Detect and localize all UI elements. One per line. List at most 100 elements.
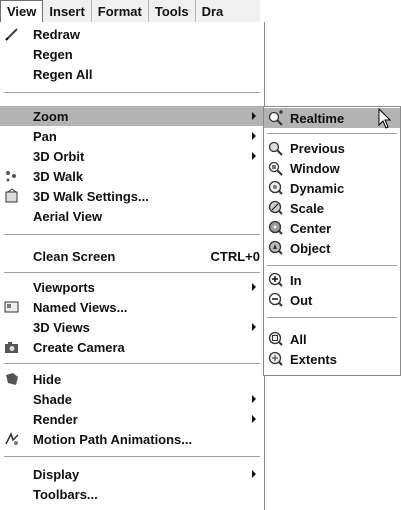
menu-item-redraw[interactable]: Redraw [0,24,264,44]
menu-item-clean-screen[interactable]: Clean Screen CTRL+0 [0,246,264,266]
submenu-item-in[interactable]: In [264,270,400,290]
menu-item-label: 3D Orbit [33,148,85,164]
submenu-item-object[interactable]: Object [264,238,400,258]
menu-item-aerial-view[interactable]: Aerial View [0,206,264,226]
menu-item-3d-orbit[interactable]: 3D Orbit [0,146,264,166]
menu-item-3d-walk-settings[interactable]: 3D Walk Settings... [0,186,264,206]
shortcut-text: CTRL+0 [210,248,260,264]
menu-item-regen-all[interactable]: Regen All [0,64,264,84]
menu-item-label: 3D Views [33,319,90,335]
zoom-realtime-icon [267,109,285,127]
submenu-arrow-icon [252,415,256,423]
menu-item-viewports[interactable]: Viewports [0,277,264,297]
submenu-arrow-icon [252,112,256,120]
menu-separator [4,456,260,457]
menu-bar: View Insert Format Tools Dra [0,0,260,23]
menu-item-label: Viewports [33,279,95,295]
named-views-icon [3,298,21,316]
zoom-previous-icon [267,139,285,157]
hide-icon [3,370,21,388]
submenu-item-label: Center [290,220,332,236]
menu-item-render[interactable]: Render [0,409,264,429]
menu-item-motion-path-animations[interactable]: Motion Path Animations... [0,429,264,449]
submenu-item-all[interactable]: All [264,329,400,349]
menu-separator [267,265,397,266]
walk-icon [3,167,21,185]
zoom-in-icon [267,271,285,289]
menu-item-label: Render [33,411,78,427]
submenu-item-label: Dynamic [290,180,345,196]
menu-separator [4,234,260,235]
menu-separator [4,272,260,273]
menubar-format[interactable]: Format [92,0,149,22]
menu-item-label: Create Camera [33,339,125,355]
menu-item-3d-walk[interactable]: 3D Walk [0,166,264,186]
menu-separator [267,317,397,318]
menu-item-label: Named Views... [33,299,128,315]
menu-item-label: 3D Walk [33,168,84,184]
menubar-draw[interactable]: Dra [196,0,230,22]
submenu-item-label: In [290,272,302,288]
menu-item-label: Hide [33,371,62,387]
submenu-item-scale[interactable]: Scale [264,198,400,218]
menu-item-label: 3D Walk Settings... [33,188,149,204]
mouse-cursor-icon [378,107,392,133]
camera-icon [3,338,21,356]
menu-item-label: Redraw [33,26,80,42]
menu-item-label: Display [33,466,80,482]
menu-item-label: Zoom [33,108,69,124]
zoom-scale-icon [267,199,285,217]
view-menu: Redraw Regen Regen All Zoom Pan 3D Orbit… [0,22,265,510]
submenu-arrow-icon [252,283,256,291]
menu-item-label: Regen [33,46,73,62]
menu-item-label: Aerial View [33,208,103,224]
submenu-arrow-icon [252,323,256,331]
menu-item-label: Motion Path Animations... [33,431,193,447]
submenu-item-label: Scale [290,200,324,216]
menu-item-label: Pan [33,128,57,144]
menubar-tools[interactable]: Tools [149,0,196,22]
menu-separator [4,92,260,93]
zoom-object-icon [267,239,285,257]
submenu-item-label: Object [290,240,331,256]
menubar-insert[interactable]: Insert [43,0,92,22]
submenu-item-extents[interactable]: Extents [264,349,400,369]
zoom-dynamic-icon [267,179,285,197]
menu-item-label: Regen All [33,66,93,82]
submenu-item-label: All [290,331,307,347]
submenu-item-label: Out [290,292,313,308]
zoom-window-icon [267,159,285,177]
menu-item-create-camera[interactable]: Create Camera [0,337,264,357]
menu-item-label: Toolbars... [33,486,98,502]
submenu-item-label: Extents [290,351,337,367]
zoom-all-icon [267,330,285,348]
menu-item-display[interactable]: Display [0,464,264,484]
submenu-arrow-icon [252,132,256,140]
submenu-item-out[interactable]: Out [264,290,400,310]
zoom-out-icon [267,291,285,309]
submenu-item-dynamic[interactable]: Dynamic [264,178,400,198]
menubar-view[interactable]: View [0,0,44,22]
menu-separator [267,133,397,134]
submenu-item-label: Realtime [290,110,345,126]
walk-settings-icon [3,187,21,205]
zoom-submenu: Realtime Previous Window Dynamic Scale C… [263,106,401,376]
menu-item-regen[interactable]: Regen [0,44,264,64]
submenu-item-window[interactable]: Window [264,158,400,178]
submenu-item-label: Window [290,160,340,176]
menu-item-hide[interactable]: Hide [0,369,264,389]
pencil-icon [3,25,21,43]
submenu-item-center[interactable]: Center [264,218,400,238]
menu-item-zoom[interactable]: Zoom [0,106,264,126]
zoom-center-icon [267,219,285,237]
menu-item-pan[interactable]: Pan [0,126,264,146]
menu-item-named-views[interactable]: Named Views... [0,297,264,317]
submenu-item-previous[interactable]: Previous [264,138,400,158]
menu-item-3d-views[interactable]: 3D Views [0,317,264,337]
menu-item-toolbars[interactable]: Toolbars... [0,484,264,504]
menu-item-label: Clean Screen [33,248,116,264]
menu-item-shade[interactable]: Shade [0,389,264,409]
menu-separator [4,363,260,364]
submenu-arrow-icon [252,152,256,160]
submenu-arrow-icon [252,395,256,403]
